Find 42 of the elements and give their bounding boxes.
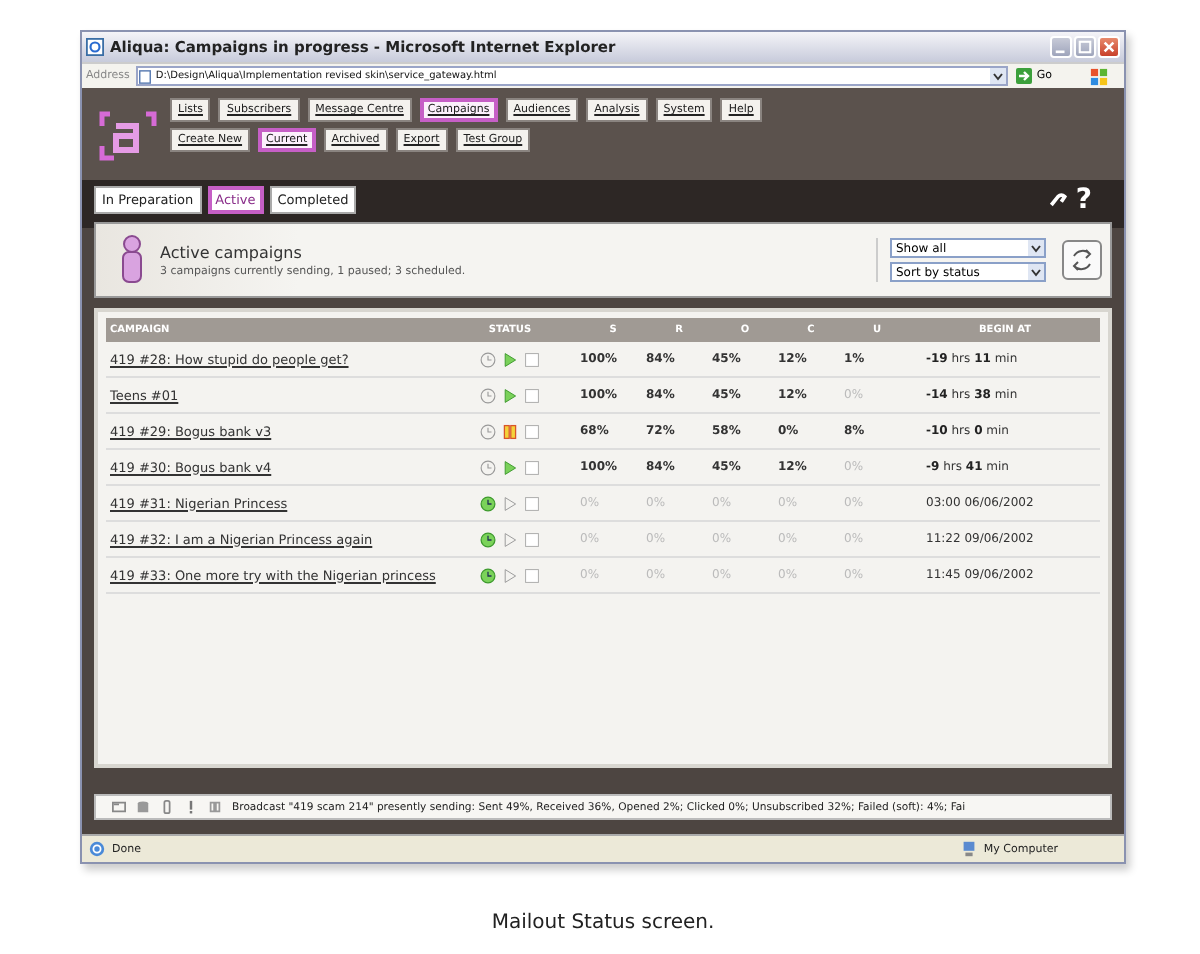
maximize-icon xyxy=(1078,40,1092,54)
minimize-button[interactable] xyxy=(1050,36,1072,58)
close-button[interactable] xyxy=(1098,36,1120,58)
dropdown-arrow-icon[interactable] xyxy=(1028,264,1044,280)
stop-icon[interactable] xyxy=(524,423,540,439)
stop-icon[interactable] xyxy=(524,567,540,583)
browser-icon xyxy=(86,38,104,56)
dropdown-arrow-icon[interactable] xyxy=(990,68,1007,84)
play-icon[interactable] xyxy=(502,495,518,511)
exclamation-icon[interactable] xyxy=(184,800,198,814)
dropdown-arrow-icon[interactable] xyxy=(1028,240,1044,256)
caption: Mailout Status screen. xyxy=(489,912,717,934)
person-icon xyxy=(120,234,144,286)
section-title: Active campaigns xyxy=(160,243,304,261)
hook-icon[interactable] xyxy=(1047,190,1068,210)
app-logo xyxy=(98,110,158,162)
close-icon xyxy=(1102,40,1116,54)
pause-icon[interactable] xyxy=(208,800,222,814)
stop-icon[interactable] xyxy=(524,531,540,547)
database-icon[interactable] xyxy=(136,800,150,814)
maximize-button[interactable] xyxy=(1074,36,1096,58)
window-icon[interactable] xyxy=(112,800,126,814)
stop-icon[interactable] xyxy=(524,387,540,403)
flag-logo-icon xyxy=(1090,67,1108,85)
refresh-icon xyxy=(1068,246,1096,274)
clock-icon[interactable] xyxy=(480,495,496,511)
play-icon[interactable] xyxy=(502,351,518,367)
play-icon[interactable] xyxy=(502,531,518,547)
stop-icon[interactable] xyxy=(524,495,540,511)
pause-icon[interactable] xyxy=(502,423,518,439)
stop-icon[interactable] xyxy=(524,351,540,367)
clock-icon[interactable] xyxy=(480,567,496,583)
help-icon[interactable]: ? xyxy=(1075,186,1092,214)
battery-icon[interactable] xyxy=(160,800,174,814)
clock-icon[interactable] xyxy=(480,531,496,547)
play-icon[interactable] xyxy=(502,387,518,403)
computer-icon xyxy=(959,840,978,858)
play-icon[interactable] xyxy=(502,459,518,475)
refresh-button[interactable] xyxy=(1062,240,1102,280)
arrow-icon xyxy=(1016,68,1033,84)
stop-icon[interactable] xyxy=(524,459,540,475)
play-icon[interactable] xyxy=(502,567,518,583)
